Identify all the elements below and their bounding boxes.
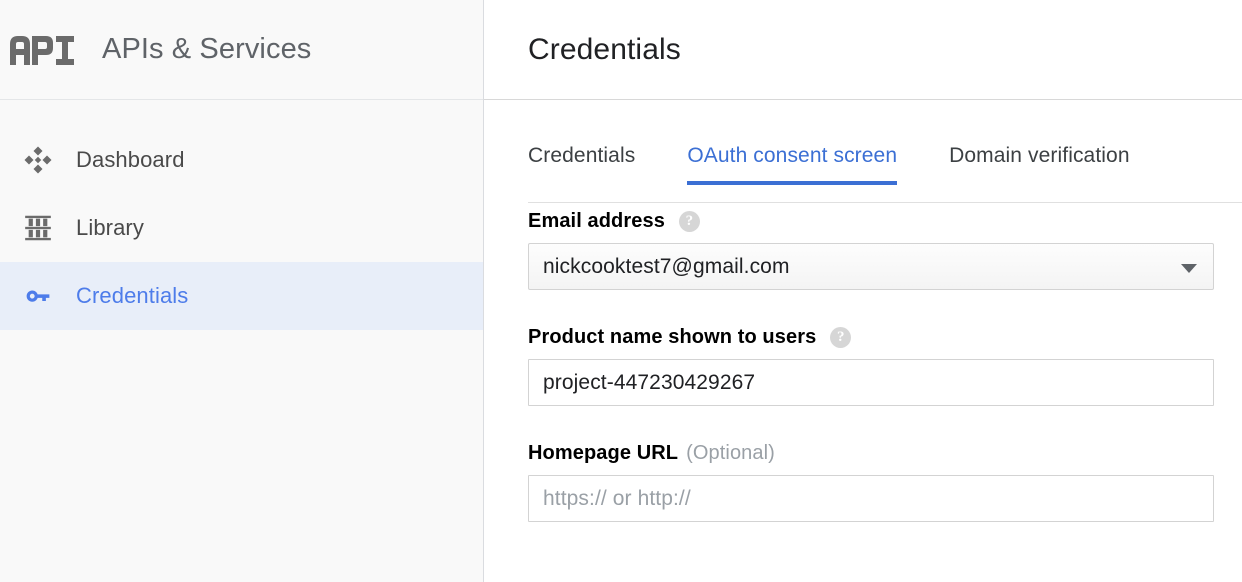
product-name-label: Product name shown to users ? [528,326,1214,349]
sidebar-item-label: Credentials [76,283,188,309]
product-name-input[interactable] [528,359,1214,406]
homepage-url-label-text: Homepage URL [528,442,678,465]
email-address-label-text: Email address [528,210,665,233]
tab-domain-verification[interactable]: Domain verification [949,144,1129,182]
app-root: APIs & Services Dashboard [0,0,1242,582]
help-circle-icon[interactable]: ? [679,211,700,232]
sidebar-item-label: Library [76,215,144,241]
sidebar-header: APIs & Services [0,0,483,100]
field-homepage-url: Homepage URL (Optional) [528,442,1214,522]
help-circle-icon[interactable]: ? [830,327,851,348]
field-product-name: Product name shown to users ? [528,326,1214,406]
homepage-url-input[interactable] [528,475,1214,522]
homepage-url-optional-text: (Optional) [686,442,775,465]
sidebar-item-credentials[interactable]: Credentials [0,262,483,330]
sidebar: APIs & Services Dashboard [0,0,484,582]
homepage-url-label: Homepage URL (Optional) [528,442,1214,465]
sidebar-nav: Dashboard [0,100,483,330]
tab-list: Credentials OAuth consent screen Domain … [528,136,1242,182]
main-content: Credentials Credentials OAuth consent sc… [484,0,1242,582]
library-books-icon [0,214,76,242]
main-header: Credentials [484,0,1242,100]
tab-oauth-consent-screen[interactable]: OAuth consent screen [687,144,897,182]
tab-label: OAuth consent screen [687,144,897,167]
tab-label: Credentials [528,144,635,167]
email-address-label: Email address ? [528,210,1214,233]
chevron-down-icon [1181,264,1197,273]
email-address-value: nickcooktest7@gmail.com [543,255,790,279]
email-address-select[interactable]: nickcooktest7@gmail.com [528,243,1214,290]
oauth-consent-form: Email address ? nickcooktest7@gmail.com … [484,182,1242,522]
brand-title: APIs & Services [102,33,311,66]
sidebar-item-dashboard[interactable]: Dashboard [0,126,483,194]
tab-bottom-divider [528,202,1242,203]
product-name-label-text: Product name shown to users [528,326,816,349]
key-icon [0,281,76,311]
page-title: Credentials [528,33,681,67]
dashboard-diamond-icon [0,145,76,175]
tabs-container: Credentials OAuth consent screen Domain … [484,100,1242,182]
api-logo-icon [8,28,76,72]
sidebar-item-library[interactable]: Library [0,194,483,262]
sidebar-item-label: Dashboard [76,147,185,173]
tab-credentials[interactable]: Credentials [528,144,635,182]
tab-label: Domain verification [949,144,1129,167]
field-email-address: Email address ? nickcooktest7@gmail.com [528,210,1214,290]
